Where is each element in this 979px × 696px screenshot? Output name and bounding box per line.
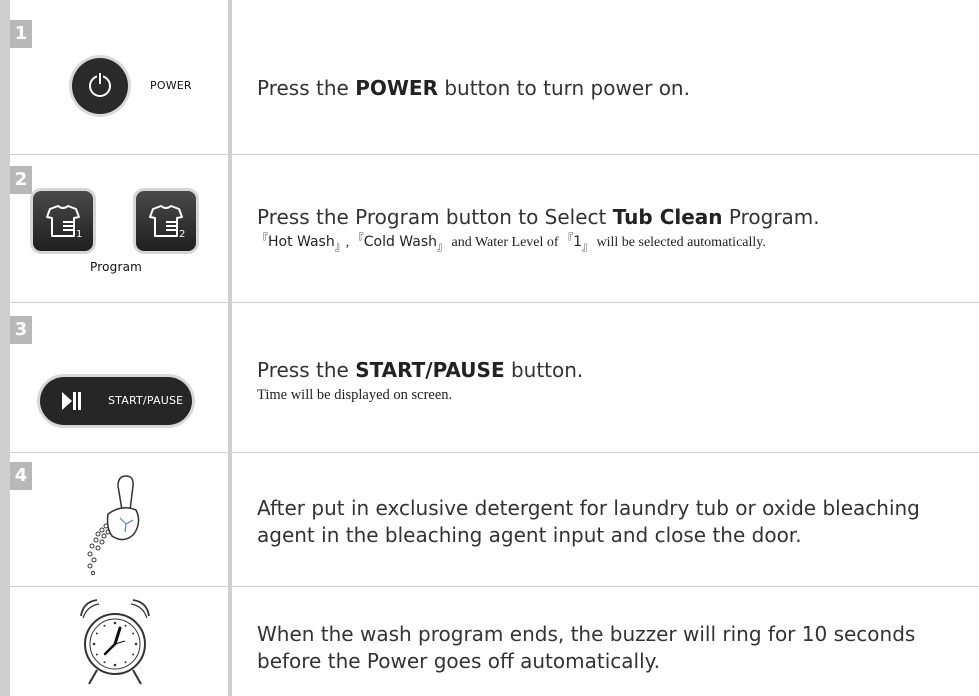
program-button-2[interactable]: 2 bbox=[136, 191, 196, 251]
program-icon: 1 bbox=[46, 205, 82, 240]
row-divider bbox=[0, 586, 979, 587]
power-button-label: POWER bbox=[150, 79, 192, 92]
power-icon bbox=[89, 72, 111, 97]
svg-text:1: 1 bbox=[76, 229, 82, 240]
step-2-text: Press the Program button to Select Tub C… bbox=[257, 205, 820, 253]
final-step-text: When the wash program ends, the buzzer w… bbox=[257, 622, 916, 673]
start-pause-button[interactable]: START/PAUSE bbox=[40, 377, 192, 425]
row-divider bbox=[0, 302, 979, 303]
step-4-text: After put in exclusive detergent for lau… bbox=[257, 496, 920, 547]
svg-text:2: 2 bbox=[179, 229, 185, 240]
step-number-badge: 3 bbox=[10, 316, 32, 344]
step-1-text: Press the POWER button to turn power on. bbox=[257, 76, 690, 100]
row-divider bbox=[0, 154, 979, 155]
row-divider bbox=[0, 452, 979, 453]
detergent-scoop-icon bbox=[87, 475, 140, 576]
program-button-1[interactable]: 1 bbox=[33, 191, 93, 251]
program-icon: 2 bbox=[149, 205, 185, 240]
start-pause-label: START/PAUSE bbox=[108, 394, 184, 407]
step-number-badge: 1 bbox=[10, 20, 32, 48]
program-button-label: Program bbox=[90, 260, 143, 274]
step-3-text: Press the START/PAUSE button. Time will … bbox=[257, 358, 584, 403]
play-pause-icon bbox=[62, 392, 81, 410]
power-button[interactable] bbox=[72, 58, 128, 114]
step-number-badge: 4 bbox=[10, 462, 32, 490]
alarm-clock-icon bbox=[80, 599, 150, 685]
step-number-badge: 2 bbox=[10, 166, 32, 194]
